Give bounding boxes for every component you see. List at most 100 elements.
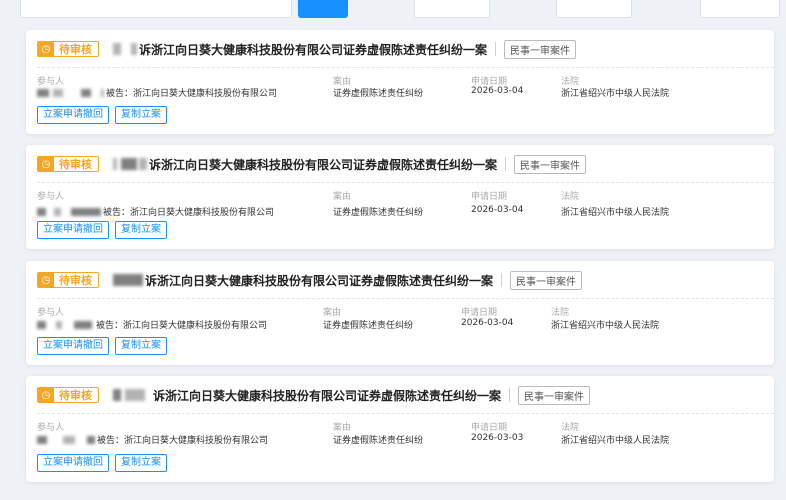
cause-label: 案由: [333, 423, 352, 433]
filter-select-2[interactable]: [556, 0, 632, 18]
redacted-plaintiff: [113, 274, 143, 286]
date-label: 申请日期: [471, 423, 508, 433]
redacted-plaintiff: [131, 43, 137, 55]
party-label: 参与人: [37, 192, 65, 202]
case-type-tag: 民事一审案件: [514, 154, 587, 174]
court-value: 浙江省绍兴市中级人民法院: [561, 436, 670, 446]
date-value: 2026-03-04: [471, 205, 524, 215]
defendant-text: 被告：浙江向日葵大健康科技股份有限公司: [96, 321, 268, 331]
date-label: 申请日期: [461, 308, 498, 318]
case-card: ◷ 待审核 诉浙江向日葵大健康科技股份有限公司证券虚假陈述责任纠纷一案 民事一审…: [26, 261, 774, 365]
redacted-party: [74, 320, 92, 329]
party-label: 参与人: [37, 308, 65, 318]
divider: [501, 273, 503, 287]
date-value: 2026-03-04: [461, 318, 514, 328]
redacted-plaintiff: [139, 158, 147, 170]
status-badge: ◷ 待审核: [37, 41, 99, 57]
status-text: 待审核: [59, 158, 92, 171]
status-text: 待审核: [59, 389, 92, 402]
redacted-party: [87, 435, 95, 444]
status-text: 待审核: [59, 274, 92, 287]
redacted-plaintiff: [113, 389, 121, 401]
redacted-plaintiff: [113, 158, 117, 170]
withdraw-button[interactable]: 立案申请撤回: [37, 454, 109, 472]
case-title[interactable]: 诉浙江向日葵大健康科技股份有限公司证券虚假陈述责任纠纷一案: [145, 272, 493, 289]
status-badge: ◷ 待审核: [37, 272, 99, 288]
redacted-party: [101, 88, 104, 97]
date-label: 申请日期: [471, 192, 508, 202]
copy-case-button[interactable]: 复制立案: [115, 221, 167, 239]
case-card: ◷ 待审核 诉浙江向日葵大健康科技股份有限公司证券虚假陈述责任纠纷一案 民事一审…: [26, 145, 774, 249]
court-label: 法院: [561, 192, 580, 202]
party-row: 被告：浙江向日葵大健康科技股份有限公司: [37, 86, 277, 99]
filter-bar: [20, 0, 780, 20]
case-actions: 立案申请撤回 复制立案: [37, 337, 167, 355]
cause-value: 证券虚假陈述责任纠纷: [333, 208, 424, 218]
party-row: 被告：浙江向日葵大健康科技股份有限公司: [37, 205, 274, 218]
court-value: 浙江省绍兴市中级人民法院: [551, 321, 660, 331]
search-button[interactable]: [298, 0, 348, 18]
case-title[interactable]: 诉浙江向日葵大健康科技股份有限公司证券虚假陈述责任纠纷一案: [149, 156, 497, 173]
clock-icon: ◷: [38, 388, 54, 402]
cause-value: 证券虚假陈述责任纠纷: [323, 321, 414, 331]
redacted-party: [37, 207, 46, 216]
withdraw-button[interactable]: 立案申请撤回: [37, 106, 109, 124]
date-value: 2026-03-04: [471, 86, 524, 96]
copy-case-button[interactable]: 复制立案: [115, 337, 167, 355]
dashed-divider: [37, 413, 774, 414]
redacted-party: [53, 88, 63, 97]
redacted-party: [37, 435, 47, 444]
case-card: ◷ 待审核 诉浙江向日葵大健康科技股份有限公司证券虚假陈述责任纠纷一案 民事一审…: [26, 30, 774, 134]
defendant-text: 被告：浙江向日葵大健康科技股份有限公司: [97, 436, 269, 446]
redacted-party: [71, 207, 101, 216]
case-header: ◷ 待审核 诉浙江向日葵大健康科技股份有限公司证券虚假陈述责任纠纷一案 民事一审…: [37, 39, 577, 59]
dashed-divider: [37, 67, 774, 68]
status-badge: ◷ 待审核: [37, 156, 99, 172]
dashed-divider: [37, 298, 774, 299]
date-value: 2026-03-03: [471, 433, 524, 443]
withdraw-button[interactable]: 立案申请撤回: [37, 221, 109, 239]
party-row: 被告：浙江向日葵大健康科技股份有限公司: [37, 318, 267, 331]
withdraw-button[interactable]: 立案申请撤回: [37, 337, 109, 355]
cause-label: 案由: [323, 308, 342, 318]
defendant-text: 被告：浙江向日葵大健康科技股份有限公司: [103, 208, 275, 218]
status-badge: ◷ 待审核: [37, 387, 99, 403]
case-type-tag: 民事一审案件: [518, 385, 591, 405]
redacted-party: [81, 88, 91, 97]
case-header: ◷ 待审核 诉浙江向日葵大健康科技股份有限公司证券虚假陈述责任纠纷一案 民事一审…: [37, 270, 583, 290]
clock-icon: ◷: [38, 157, 54, 171]
status-text: 待审核: [59, 43, 92, 56]
filter-select-3[interactable]: [700, 0, 780, 18]
court-label: 法院: [561, 423, 580, 433]
case-actions: 立案申请撤回 复制立案: [37, 106, 167, 124]
party-row: 被告：浙江向日葵大健康科技股份有限公司: [37, 433, 268, 446]
divider: [495, 42, 497, 56]
divider: [509, 388, 511, 402]
case-actions: 立案申请撤回 复制立案: [37, 221, 167, 239]
redacted-party: [37, 320, 46, 329]
filter-input[interactable]: [20, 0, 292, 18]
copy-case-button[interactable]: 复制立案: [115, 106, 167, 124]
defendant-text: 被告：浙江向日葵大健康科技股份有限公司: [106, 89, 278, 99]
clock-icon: ◷: [38, 273, 54, 287]
cause-label: 案由: [333, 192, 352, 202]
clock-icon: ◷: [38, 42, 54, 56]
divider: [505, 157, 507, 171]
redacted-plaintiff: [125, 389, 145, 401]
case-title[interactable]: 诉浙江向日葵大健康科技股份有限公司证券虚假陈述责任纠纷一案: [139, 41, 487, 58]
redacted-plaintiff: [121, 158, 137, 170]
cause-value: 证券虚假陈述责任纠纷: [333, 436, 424, 446]
redacted-party: [56, 320, 62, 329]
copy-case-button[interactable]: 复制立案: [115, 454, 167, 472]
case-title[interactable]: 诉浙江向日葵大健康科技股份有限公司证券虚假陈述责任纠纷一案: [153, 387, 501, 404]
dashed-divider: [37, 182, 774, 183]
court-value: 浙江省绍兴市中级人民法院: [561, 89, 670, 99]
redacted-party: [54, 207, 61, 216]
court-value: 浙江省绍兴市中级人民法院: [561, 208, 670, 218]
filter-select-1[interactable]: [414, 0, 490, 18]
redacted-party: [37, 88, 49, 97]
court-label: 法院: [551, 308, 570, 318]
case-type-tag: 民事一审案件: [504, 39, 577, 59]
redacted-party: [63, 435, 75, 444]
case-type-tag: 民事一审案件: [510, 270, 583, 290]
